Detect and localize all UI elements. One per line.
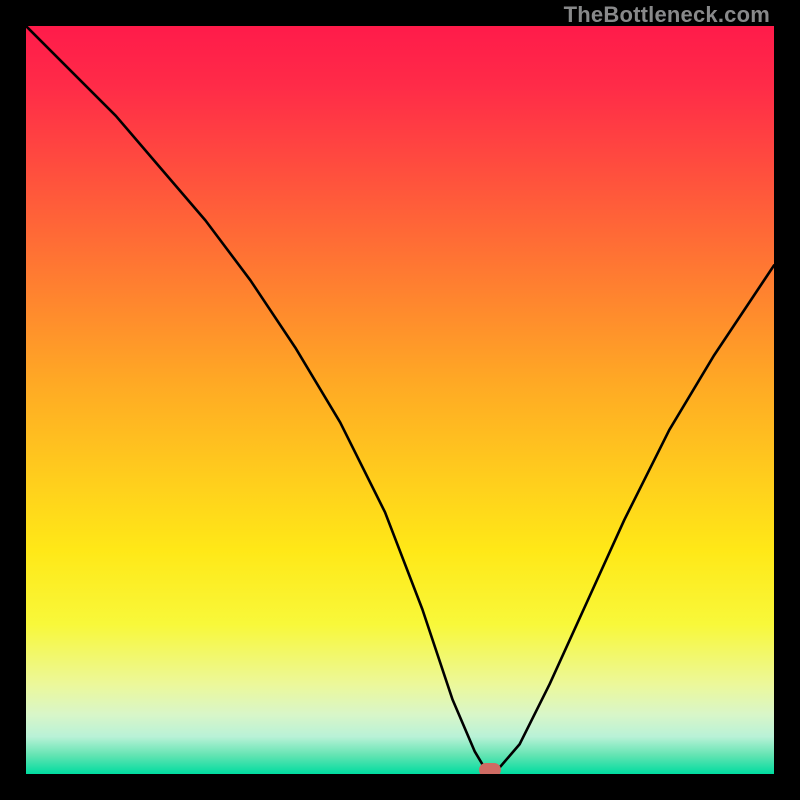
heat-gradient-background [26,26,774,774]
watermark-text: TheBottleneck.com [564,2,770,28]
plot-area [26,26,774,774]
optimal-point-marker [479,763,501,774]
chart-frame: TheBottleneck.com [0,0,800,800]
